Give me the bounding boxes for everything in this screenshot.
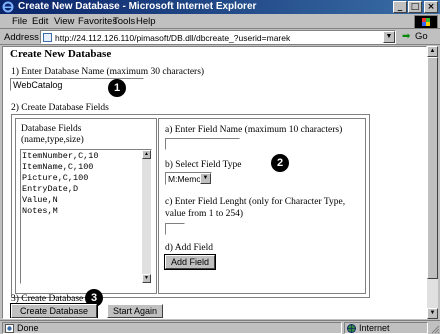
menu-bar: File Edit View Favorites Tools Help — [0, 14, 440, 29]
field-editor-panel: a) Enter Field Name (maximum 10 characte… — [158, 118, 366, 294]
address-dropdown-icon[interactable]: ▼ — [383, 31, 395, 43]
callout-badge-1: 1 — [108, 79, 126, 97]
go-label: Go — [415, 31, 428, 42]
scroll-thumb[interactable] — [427, 57, 438, 279]
list-item[interactable]: ItemNumber,C,10 — [22, 151, 99, 162]
fields-rows: ItemNumber,C,10 ItemName,C,100 Picture,C… — [22, 151, 99, 217]
minimize-button[interactable]: _ — [393, 1, 407, 13]
ie-logo-icon — [2, 1, 14, 13]
menu-file[interactable]: File — [12, 16, 27, 27]
status-bar: Done Internet — [0, 320, 440, 334]
window-titlebar: Create New Database - Microsoft Internet… — [0, 0, 440, 14]
step1-label: 1) Enter Database Name (maximum 30 chara… — [11, 67, 205, 77]
chevron-down-icon[interactable]: ▼ — [200, 173, 211, 184]
fields-caption-format: (name,type,size) — [21, 135, 84, 145]
menu-favorites[interactable]: Favorites — [78, 16, 117, 27]
status-main: Done — [2, 322, 342, 334]
menu-tools[interactable]: Tools — [113, 16, 135, 27]
scroll-up-icon[interactable]: ▲ — [427, 46, 438, 57]
fields-caption-title: Database Fields — [21, 124, 82, 134]
menu-help[interactable]: Help — [136, 16, 156, 27]
start-again-button[interactable]: Start Again — [107, 304, 163, 318]
page-icon — [43, 33, 52, 42]
windows-flag-icon — [414, 15, 438, 29]
list-item[interactable]: EntryDate,D — [22, 184, 99, 195]
globe-icon — [347, 324, 356, 333]
scroll-down-icon[interactable]: ▼ — [427, 308, 438, 319]
menu-edit[interactable]: Edit — [32, 16, 48, 27]
status-text: Done — [17, 323, 39, 333]
callout-badge-2: 2 — [271, 154, 289, 172]
fields-list-panel: Database Fields (name,type,size) ItemNum… — [15, 118, 157, 294]
field-length-label-1: c) Enter Field Lenght (only for Characte… — [165, 197, 346, 207]
page-scrollbar[interactable]: ▲ ▼ — [427, 46, 438, 319]
menu-view[interactable]: View — [54, 16, 74, 27]
add-field-button[interactable]: Add Field — [165, 255, 215, 269]
list-item[interactable]: ItemName,C,100 — [22, 162, 99, 173]
add-field-label: d) Add Field — [165, 243, 214, 253]
status-zone: Internet — [344, 322, 428, 334]
step2-label: 2) Create Database Fields — [11, 103, 109, 113]
address-input[interactable]: http://24.112.126.110/pimasoft/DB.dll/db… — [40, 30, 396, 44]
close-button[interactable]: × — [424, 1, 438, 13]
resize-grip-icon[interactable] — [430, 324, 440, 334]
fields-listbox[interactable]: ItemNumber,C,10 ItemName,C,100 Picture,C… — [20, 149, 152, 284]
field-name-input[interactable] — [165, 138, 240, 150]
address-bar: Address http://24.112.126.110/pimasoft/D… — [0, 29, 440, 45]
list-item[interactable]: Picture,C,100 — [22, 173, 99, 184]
create-database-button[interactable]: Create Database — [11, 304, 97, 318]
go-button[interactable]: ➡ Go — [400, 31, 438, 44]
page-title: Create New Database — [10, 48, 112, 60]
address-label: Address — [4, 32, 39, 43]
fields-caption: Database Fields (name,type,size) — [21, 124, 111, 146]
scroll-down-icon[interactable]: ▼ — [142, 274, 151, 283]
fields-panel: Database Fields (name,type,size) ItemNum… — [11, 114, 370, 298]
step3-label: 3) Create Database — [11, 294, 84, 304]
list-scrollbar[interactable]: ▲ ▼ — [142, 150, 151, 283]
maximize-button[interactable]: □ — [408, 1, 422, 13]
list-item[interactable]: Notes,M — [22, 206, 99, 217]
page-viewport: Create New Database 1) Enter Database Na… — [2, 46, 427, 319]
field-type-select[interactable]: M:Memo ▼ — [165, 172, 212, 185]
window-title: Create New Database - Microsoft Internet… — [18, 1, 257, 12]
field-length-input[interactable] — [165, 223, 185, 235]
field-type-label: b) Select Field Type — [165, 160, 242, 170]
scroll-up-icon[interactable]: ▲ — [142, 150, 151, 159]
field-type-value: M:Memo — [168, 174, 202, 184]
page-done-icon — [5, 324, 14, 333]
field-length-label-2: value from 1 to 254) — [165, 209, 244, 219]
go-arrow-icon: ➡ — [402, 31, 411, 42]
list-item[interactable]: Value,N — [22, 195, 99, 206]
field-name-label: a) Enter Field Name (maximum 10 characte… — [165, 125, 343, 135]
address-url[interactable]: http://24.112.126.110/pimasoft/DB.dll/db… — [55, 33, 290, 43]
zone-text: Internet — [359, 323, 390, 333]
